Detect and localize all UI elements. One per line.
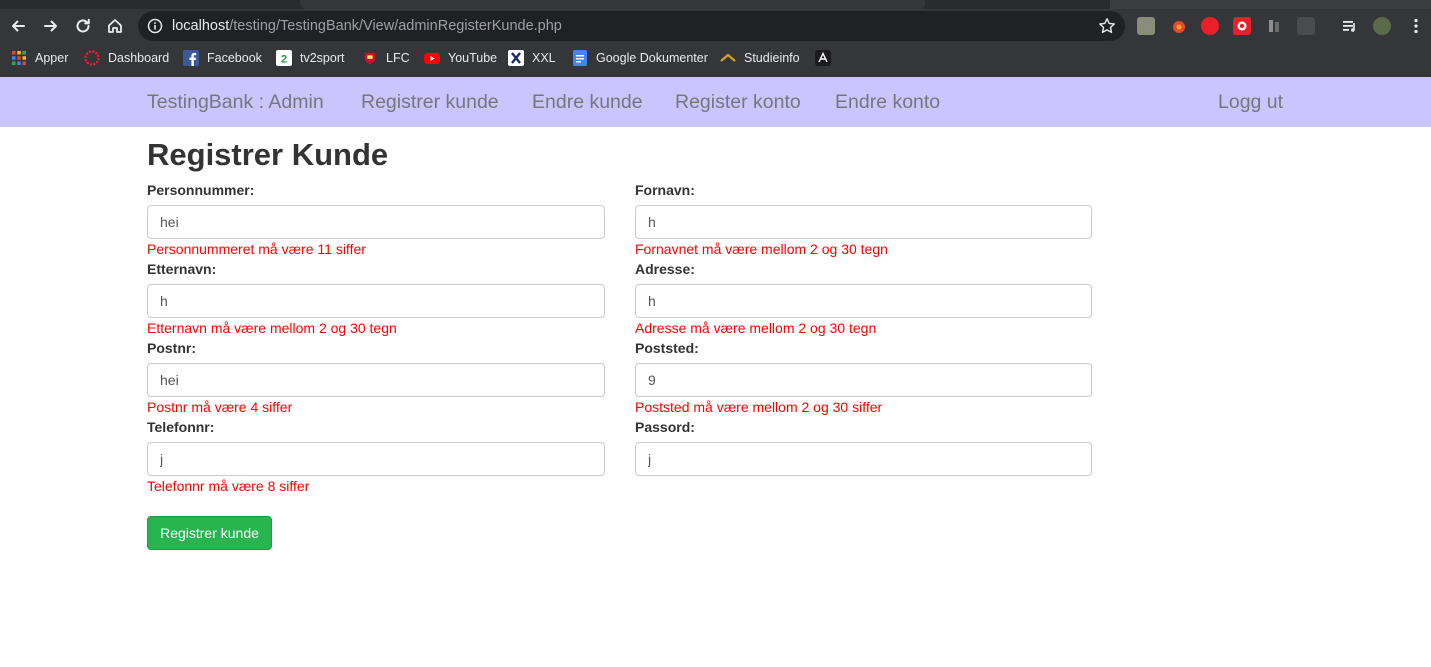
back-button[interactable] [5,13,31,39]
bookmarks-bar: Apper Dashboard Facebook 2 tv2sport LFC [0,45,1431,71]
postnr-input[interactable] [147,363,605,397]
page-title: Registrer Kunde [147,137,389,172]
bookmark-apper[interactable]: Apper [11,49,68,67]
home-button[interactable] [102,13,128,39]
dashboard-ring-icon [84,50,100,66]
browser-menu-button[interactable] [1407,17,1425,35]
bookmark-star-icon[interactable] [1098,17,1116,35]
adresse-input[interactable] [635,284,1092,318]
google-docs-icon [572,50,588,66]
red-extension-icon[interactable] [1233,17,1251,35]
address-bar[interactable]: localhost/testing/TestingBank/View/admin… [138,11,1125,41]
youtube-icon [424,50,440,66]
postnr-label: Postnr: [147,340,196,356]
extension-icon-1[interactable] [1137,17,1155,35]
bookmark-label: XXL [532,51,556,65]
fornavn-error: Fornavnet må være mellom 2 og 30 tegn [635,241,888,257]
personnummer-input[interactable] [147,205,605,239]
extension-icon-2[interactable] [1170,17,1188,35]
other-tab-edge[interactable] [1110,0,1431,9]
nav-link-logg-ut[interactable]: Logg ut [1218,91,1283,114]
passord-input[interactable] [635,442,1092,476]
extension-icon-5[interactable] [1265,17,1283,35]
reload-icon [76,18,90,33]
fornavn-label: Fornavn: [635,182,695,198]
bookmark-label: LFC [386,51,410,65]
app-navbar: TestingBank : Admin Registrer kunde Endr… [0,77,1431,127]
bookmark-studieinfo[interactable]: Studieinfo [720,49,800,67]
passord-label: Passord: [635,419,695,435]
reload-button[interactable] [70,13,96,39]
angular-icon [815,50,831,66]
tab-strip [0,0,1431,9]
personnummer-label: Personnummer: [147,182,255,198]
bookmark-angular[interactable] [815,49,839,67]
profile-avatar[interactable] [1373,17,1391,35]
url-text[interactable]: localhost/testing/TestingBank/View/admin… [172,18,562,34]
facebook-icon [183,50,199,66]
bookmark-facebook[interactable]: Facebook [183,49,262,67]
poststed-error: Poststed må være mellom 2 og 30 siffer [635,399,883,415]
xxl-icon [508,50,524,66]
bookmark-label: Apper [35,51,69,65]
bookmark-label: Dashboard [108,51,170,65]
media-queue-button[interactable] [1341,17,1359,35]
back-arrow-icon [12,20,25,32]
apps-grid-icon [11,50,27,66]
site-info-icon[interactable] [147,18,163,34]
bookmark-label: tv2sport [300,51,345,65]
adblock-extension-icon[interactable] [1201,17,1219,35]
fox-extension-icon [1173,21,1185,33]
browser-chrome: localhost/testing/TestingBank/View/admin… [0,0,1431,77]
lfc-crest-icon [362,50,378,66]
svg-text:2: 2 [281,54,287,66]
url-host: localhost [172,18,230,34]
bookmark-tv2sport[interactable]: 2 tv2sport [276,49,344,67]
r-badge-icon [1237,21,1247,31]
bars-extension-icon [1269,20,1279,32]
bookmark-label: Facebook [207,51,262,65]
bookmark-dashboard[interactable]: Dashboard [84,49,169,67]
bookmark-youtube[interactable]: YouTube [424,49,497,67]
registrer-kunde-button[interactable]: Registrer kunde [147,516,272,550]
home-icon [108,19,122,33]
nav-link-register-konto[interactable]: Register konto [675,91,801,114]
telefonnr-label: Telefonnr: [147,419,215,435]
extension-icon-6[interactable] [1297,17,1315,35]
bookmark-google-dokumenter[interactable]: Google Dokumenter [572,49,708,67]
url-path: /testing/TestingBank/View/adminRegisterK… [229,18,562,34]
etternavn-input[interactable] [147,284,605,318]
nav-link-endre-kunde[interactable]: Endre kunde [532,91,643,114]
telefonnr-input[interactable] [147,442,605,476]
forward-arrow-icon [44,20,57,32]
bookmark-lfc[interactable]: LFC [362,49,410,67]
adresse-error: Adresse må være mellom 2 og 30 tegn [635,320,877,336]
poststed-input[interactable] [635,363,1092,397]
etternavn-label: Etternavn: [147,261,217,277]
studieinfo-icon [720,50,736,66]
nav-link-registrer-kunde[interactable]: Registrer kunde [361,91,499,114]
poststed-label: Poststed: [635,340,699,356]
etternavn-error: Etternavn må være mellom 2 og 30 tegn [147,320,397,336]
fornavn-input[interactable] [635,205,1092,239]
adresse-label: Adresse: [635,261,695,277]
postnr-error: Postnr må være 4 siffer [147,399,293,415]
forward-button[interactable] [38,13,64,39]
navbar-brand[interactable]: TestingBank : Admin [147,91,324,114]
tv2-icon: 2 [276,50,292,66]
playlist-icon [1343,21,1355,32]
bookmark-label: YouTube [448,51,498,65]
bookmark-xxl[interactable]: XXL [508,49,556,67]
personnummer-error: Personnummeret må være 11 siffer [147,241,366,257]
nav-link-endre-konto[interactable]: Endre konto [835,91,940,114]
kebab-menu-icon [1414,18,1418,34]
telefonnr-error: Telefonnr må være 8 siffer [147,478,310,494]
browser-toolbar: localhost/testing/TestingBank/View/admin… [0,9,1431,43]
bookmark-label: Studieinfo [744,51,800,65]
active-tab-edge[interactable] [300,0,925,9]
bookmark-label: Google Dokumenter [596,51,708,65]
